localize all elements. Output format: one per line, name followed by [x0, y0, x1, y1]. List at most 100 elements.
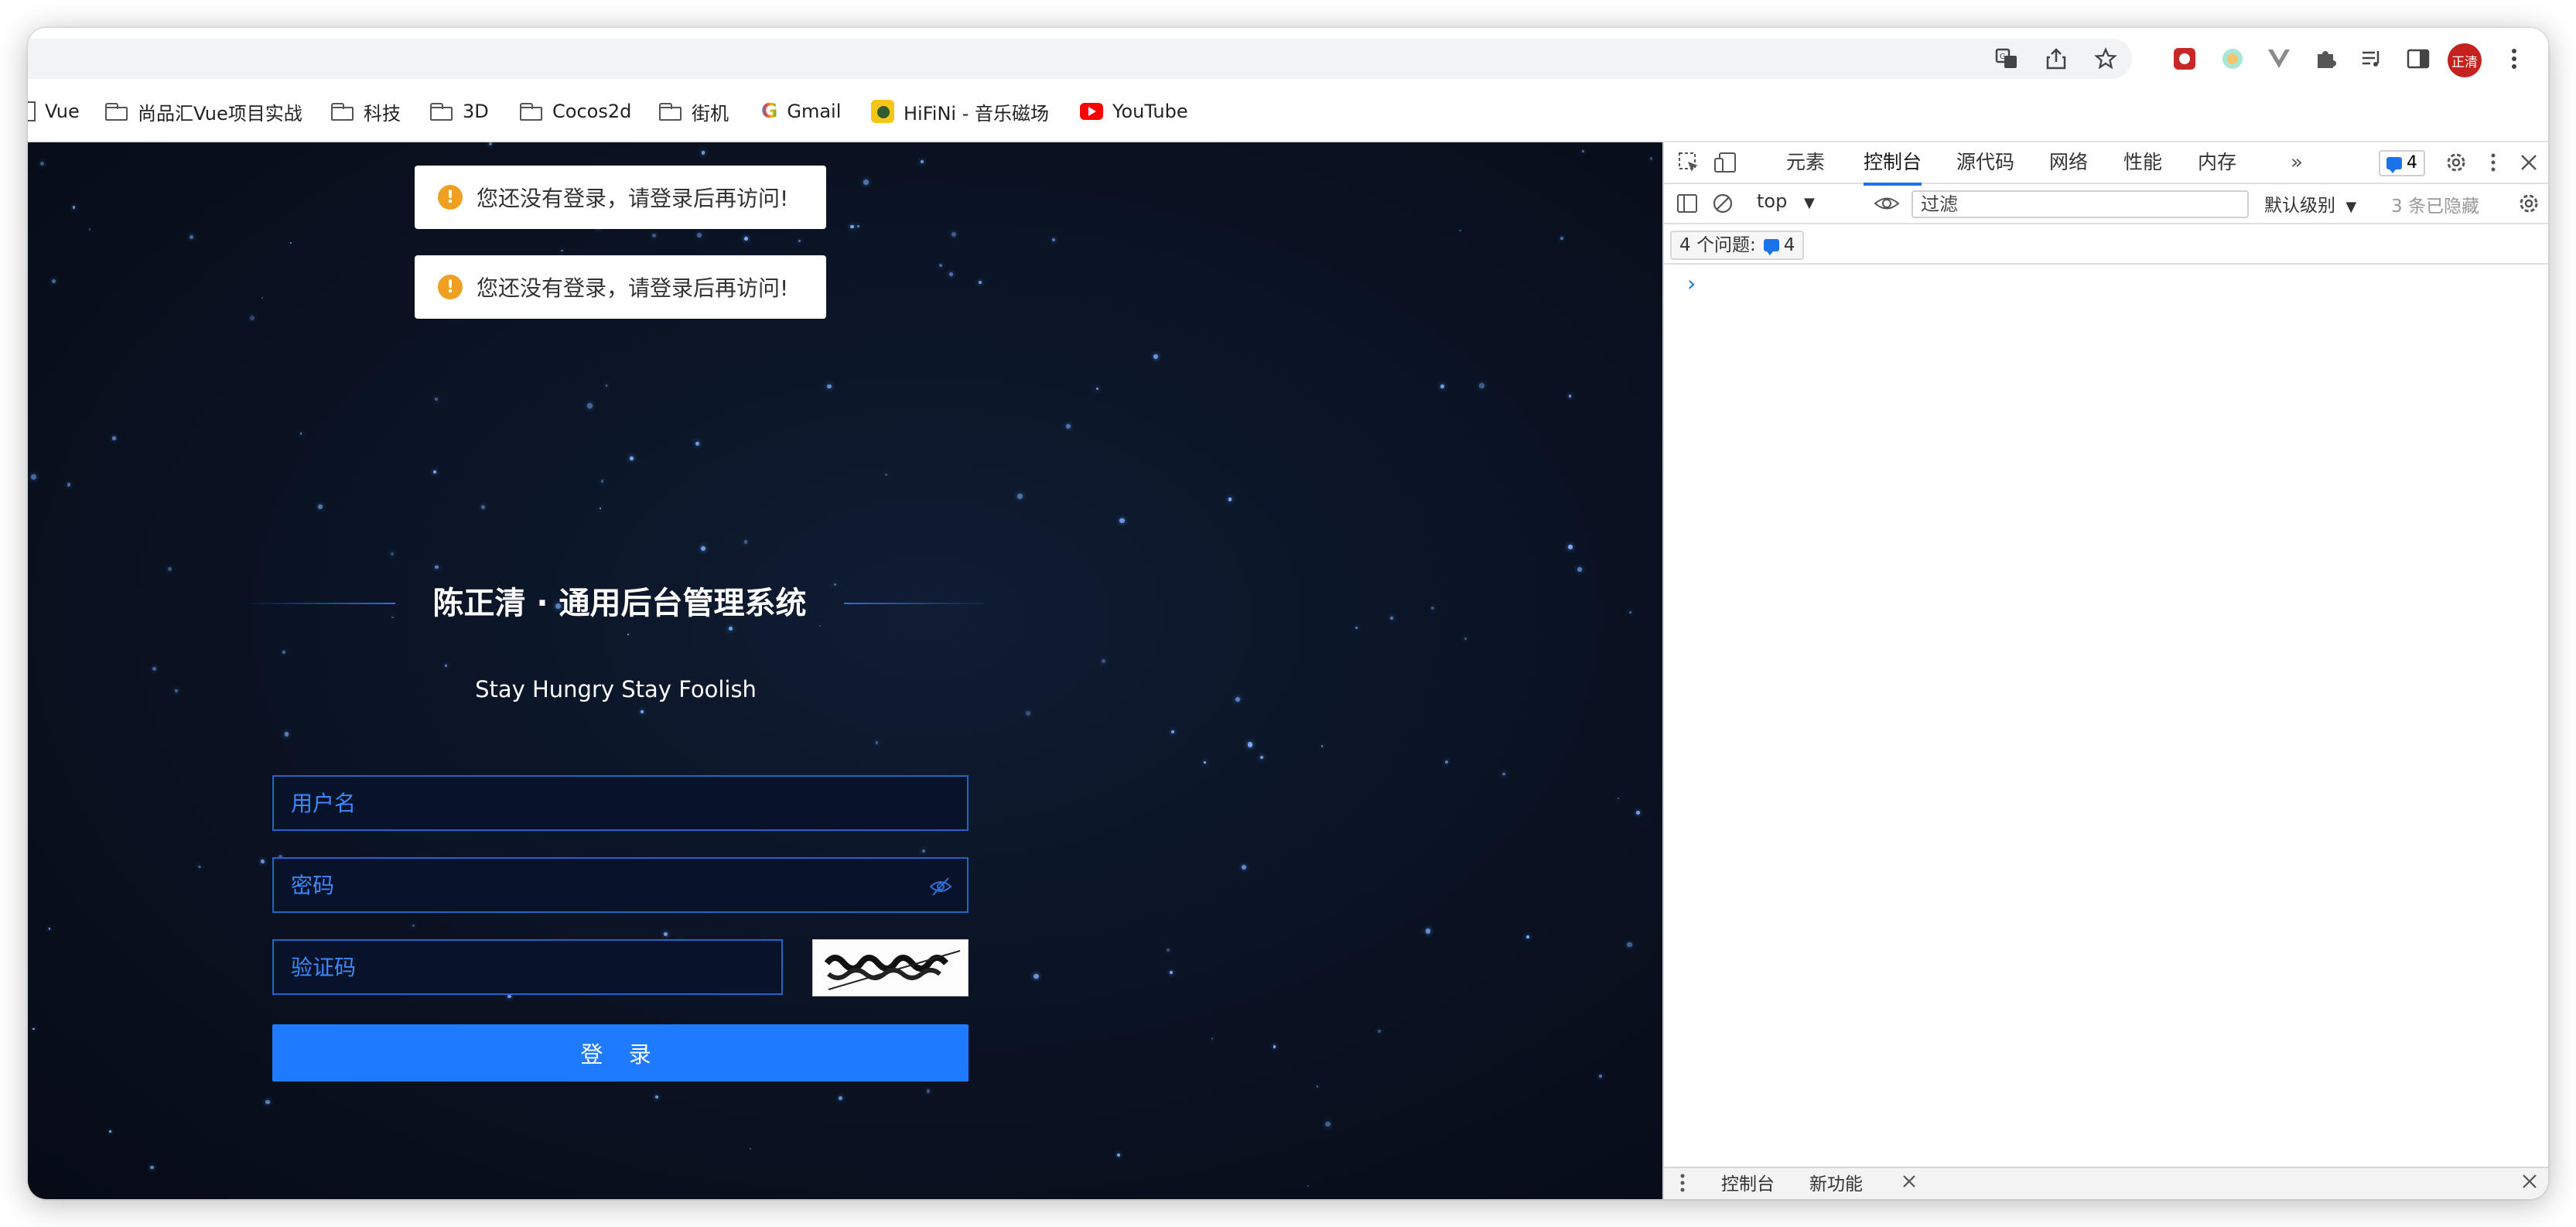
folder-icon — [105, 103, 128, 121]
star-dot — [663, 931, 668, 937]
issues-counter[interactable]: 4 个问题: 4 — [1670, 231, 1805, 260]
context-selector[interactable]: top ▼ — [1757, 190, 1815, 212]
star-dot — [561, 249, 563, 252]
side-panel-icon[interactable] — [2403, 43, 2434, 74]
dropdown-caret-icon: ▼ — [1803, 195, 1815, 211]
issues-badge[interactable]: 4 — [2379, 150, 2425, 176]
tab-memory[interactable]: 内存 — [2198, 142, 2236, 183]
bookmark-youtube[interactable]: YouTube — [1080, 96, 1188, 127]
bookmark-tech[interactable]: 科技 — [331, 96, 401, 127]
menu-icon[interactable] — [2499, 43, 2530, 74]
drawer-menu-icon[interactable] — [1679, 1173, 1686, 1196]
star-dot — [88, 228, 91, 231]
settings-gear-icon[interactable] — [2442, 149, 2470, 176]
log-level-selector[interactable]: 默认级别 ▼ — [2264, 190, 2356, 217]
tab-sources[interactable]: 源代码 — [1956, 142, 2014, 183]
star-dot — [838, 1095, 842, 1100]
hidden-count: 3 条已隐藏 — [2391, 197, 2479, 217]
eye-off-icon[interactable] — [928, 874, 953, 899]
bookmark-cocos2d[interactable]: Cocos2d — [520, 96, 631, 127]
console-prompt[interactable]: › — [1687, 271, 1696, 296]
star-dot — [72, 206, 76, 210]
live-expression-eye-icon[interactable] — [1873, 190, 1901, 217]
more-tabs-icon[interactable]: » — [2283, 149, 2311, 176]
star-dot — [876, 741, 879, 744]
star-dot — [168, 566, 173, 571]
password-input[interactable] — [274, 859, 967, 911]
close-tab-icon[interactable] — [1901, 1173, 1918, 1193]
inspect-element-icon[interactable] — [1675, 149, 1703, 176]
close-icon[interactable] — [2515, 149, 2543, 176]
translate-icon[interactable]: G — [1993, 45, 2021, 73]
star-dot — [1117, 1153, 1121, 1157]
bookmark-hifini[interactable]: HiFiNi - 音乐磁场 — [871, 96, 1049, 127]
star-dot — [40, 161, 45, 166]
star-dot — [317, 504, 323, 510]
star-dot — [1051, 238, 1055, 242]
bookmark-vue[interactable]: Vue — [28, 96, 80, 127]
star-dot — [700, 545, 706, 551]
close-drawer-icon[interactable] — [2521, 1173, 2538, 1193]
bookmark-shangpinhui[interactable]: 尚品汇Vue项目实战 — [105, 96, 302, 127]
tab-elements[interactable]: 元素 — [1786, 142, 1825, 183]
drawer-tab-whats-new[interactable]: 新功能 — [1809, 1171, 1863, 1198]
clear-console-icon[interactable] — [1709, 190, 1737, 217]
star-dot — [1526, 935, 1529, 939]
drawer-tab-console[interactable]: 控制台 — [1721, 1171, 1775, 1198]
star-dot — [290, 241, 292, 244]
address-bar[interactable]: G — [28, 39, 2132, 79]
star-dot — [641, 710, 644, 714]
bookmark-gmail[interactable]: G Gmail — [761, 96, 841, 127]
sidebar-toggle-icon[interactable] — [1673, 190, 1701, 217]
star-dot — [1431, 607, 1435, 610]
star-dot — [198, 865, 201, 869]
login-button[interactable]: 登 录 — [272, 1024, 969, 1082]
star-dot — [1560, 236, 1564, 241]
captcha-image[interactable] — [812, 939, 969, 996]
username-field[interactable] — [272, 775, 969, 831]
vue-devtools-icon[interactable] — [2263, 43, 2294, 74]
browser-toolbar: G 正清 — [28, 28, 2548, 85]
captcha-field[interactable] — [272, 939, 783, 995]
star-dot — [850, 224, 854, 229]
device-toolbar-icon[interactable] — [1712, 149, 1740, 176]
star-dot — [600, 480, 603, 483]
star-dot — [51, 279, 56, 284]
extension-1-icon[interactable] — [2169, 43, 2200, 74]
star-dot — [1033, 973, 1039, 979]
console-filter-input[interactable]: 过滤 — [1912, 190, 2249, 218]
bookmark-3d[interactable]: 3D — [430, 96, 489, 127]
star-dot — [1598, 1074, 1603, 1078]
star-dot — [630, 456, 634, 461]
star-dot — [1440, 384, 1445, 388]
console-settings-icon[interactable] — [2515, 190, 2543, 217]
star-dot — [261, 297, 264, 299]
username-input[interactable] — [274, 777, 967, 829]
bookmark-arcade[interactable]: 街机 — [659, 96, 729, 127]
star-dot — [1459, 229, 1461, 232]
star-dot — [749, 1147, 752, 1150]
bookmarks-bar: Vue 尚品汇Vue项目实战 科技 3D Cocos2d 街机 G Gmail — [28, 85, 2548, 142]
star-dot — [1259, 755, 1264, 760]
star-dot — [1153, 354, 1159, 359]
tab-console[interactable]: 控制台 — [1864, 142, 1922, 186]
extension-2-icon[interactable] — [2217, 43, 2248, 74]
reading-list-icon[interactable] — [2356, 43, 2387, 74]
dropdown-caret-icon: ▼ — [2345, 199, 2357, 215]
bookmark-star-icon[interactable] — [2092, 45, 2120, 73]
star-dot — [948, 272, 953, 277]
tab-performance[interactable]: 性能 — [2123, 142, 2162, 183]
kebab-menu-icon[interactable] — [2479, 149, 2507, 176]
star-dot — [587, 403, 593, 408]
share-icon[interactable] — [2042, 45, 2070, 73]
extensions-puzzle-icon[interactable] — [2310, 43, 2341, 74]
star-dot — [697, 233, 702, 238]
star-dot — [1444, 760, 1449, 764]
star-dot — [1273, 1045, 1276, 1048]
star-dot — [249, 315, 255, 320]
tab-network[interactable]: 网络 — [2049, 142, 2088, 183]
password-field[interactable] — [272, 857, 969, 913]
profile-avatar[interactable]: 正清 — [2448, 43, 2482, 77]
captcha-input[interactable] — [274, 941, 781, 993]
warning-toast: ! 您还没有登录，请登录后再访问! — [415, 255, 826, 319]
